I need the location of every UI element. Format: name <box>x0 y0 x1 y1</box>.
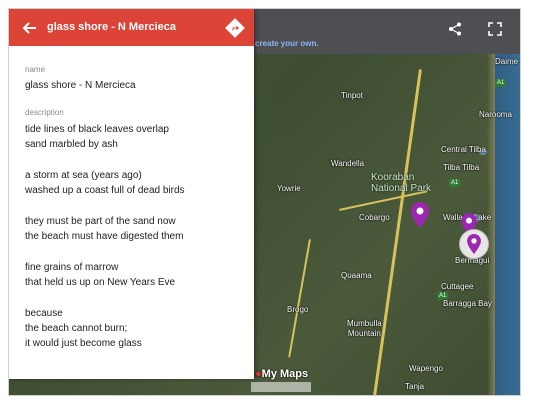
fullscreen-icon <box>488 22 502 36</box>
place-label: Tilba Tilba <box>443 163 480 172</box>
road-shield: A1 <box>449 179 461 187</box>
panel-header: glass shore - N Mercieca <box>9 9 254 46</box>
description-line: washed up a coast full of dead birds <box>25 185 185 196</box>
feature-details-panel: glass shore - N Mercieca name glass shor… <box>9 9 254 379</box>
description-line: because <box>25 308 63 319</box>
place-label: Mumbulla Mountain <box>347 319 382 338</box>
description-stanza: because the beach cannot burn; it would ju… <box>25 306 245 351</box>
description-line: a storm at sea (years ago) <box>25 170 142 181</box>
selected-map-marker[interactable] <box>459 229 489 259</box>
park-label: Kooraban National Park <box>371 172 432 194</box>
place-label: Yowrie <box>277 184 301 193</box>
place-label: Daime <box>495 57 519 66</box>
share-icon <box>449 22 461 36</box>
arrow-left-icon <box>22 22 36 34</box>
description-stanza: they must be part of the sand now the bea… <box>25 214 245 244</box>
description-label: description <box>25 108 64 117</box>
place-label: Cuttagee <box>441 282 474 291</box>
directions-button[interactable] <box>225 18 245 38</box>
map-pin-icon <box>467 234 481 254</box>
place-label: Wapengo <box>409 364 443 373</box>
name-label: name <box>25 65 46 74</box>
place-label: Tinpot <box>341 91 363 100</box>
description-line: fine grains of marrow <box>25 262 119 273</box>
place-label: Cobargo <box>359 213 390 222</box>
place-label: Wandella <box>331 159 365 168</box>
description-text: tide lines of black leaves overlap sand m… <box>25 122 245 351</box>
description-stanza: fine grains of marrow that held us up on … <box>25 260 245 290</box>
description-field: description tide lines of black leaves o… <box>25 108 245 351</box>
ocean <box>495 54 520 395</box>
name-field: name glass shore - N Mercieca <box>25 65 245 94</box>
description-line: sand marbled by ash <box>25 139 118 150</box>
share-button[interactable] <box>445 19 465 39</box>
back-button[interactable] <box>21 19 39 37</box>
create-map-hint[interactable]: create your own. <box>255 39 319 48</box>
my-maps-logo: ●My Maps <box>255 368 309 380</box>
fullscreen-button[interactable] <box>485 19 505 39</box>
description-line: the beach must have digested them <box>25 231 184 242</box>
embedded-map-frame: create your own. A1 A1 A1 Daime Tinpot N… <box>8 8 521 396</box>
map-marker[interactable] <box>411 202 429 233</box>
map-scale-bar <box>251 382 311 392</box>
road <box>288 239 311 358</box>
road-shield: A1 <box>495 79 507 87</box>
description-line: the beach cannot burn; <box>25 323 128 334</box>
place-label: Quaama <box>341 271 372 280</box>
place-label: Central Tilba <box>441 145 486 154</box>
description-stanza: tide lines of black leaves overlap sand m… <box>25 122 245 152</box>
directions-icon <box>225 18 245 38</box>
map-pin-icon <box>411 202 429 228</box>
place-label: Barragga Bay <box>443 299 492 308</box>
description-line: tide lines of black leaves overlap <box>25 124 169 135</box>
panel-body: name glass shore - N Mercieca descriptio… <box>25 65 245 367</box>
panel-title: glass shore - N Mercieca <box>47 21 177 33</box>
place-label: Brogo <box>287 305 309 314</box>
description-line: that held us up on New Years Eve <box>25 277 176 288</box>
place-label: Tanja <box>405 382 425 391</box>
description-line: they must be part of the sand now <box>25 216 176 227</box>
description-line: it would just become glass <box>25 338 142 349</box>
description-stanza: a storm at sea (years ago) washed up a co… <box>25 168 245 198</box>
place-label: Narooma <box>479 110 512 119</box>
name-value: glass shore - N Mercieca <box>25 80 136 91</box>
